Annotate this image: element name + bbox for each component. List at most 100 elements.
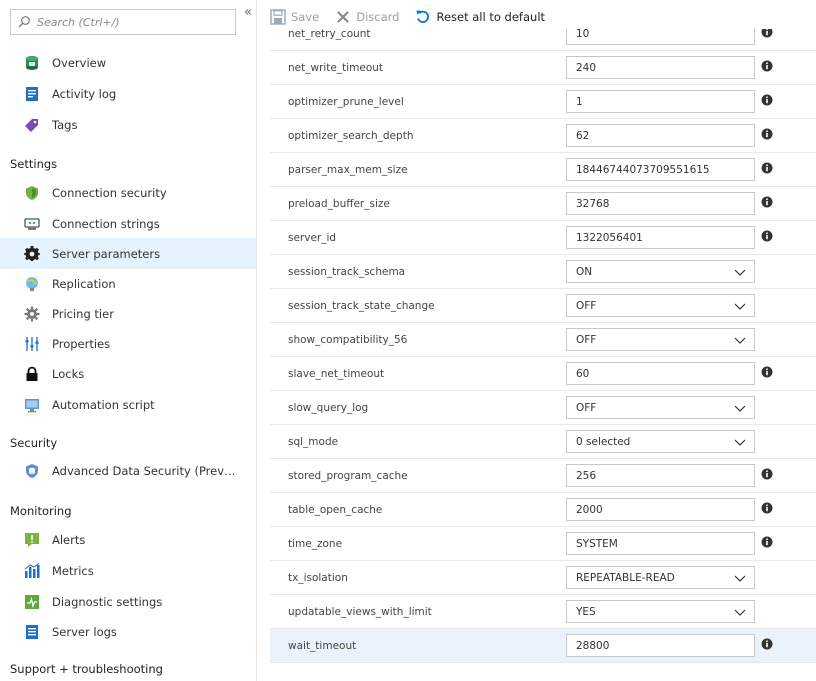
param-value-dropdown[interactable]: REPEATABLE-READ [566,566,755,589]
sidebar-item-diagnostic-settings[interactable]: Diagnostic settings [0,586,256,617]
param-value-input[interactable] [566,90,755,113]
sidebar-item-activity-log[interactable]: Activity log [0,78,256,109]
reset-all-button[interactable]: Reset all to default [415,9,545,25]
param-name: show_compatibility_56 [288,334,408,346]
param-value-input[interactable] [566,192,755,215]
sidebar-item-locks[interactable]: Locks [0,358,256,389]
param-value-input[interactable] [566,362,755,385]
param-value-dropdown[interactable]: YES [566,600,755,623]
search-box[interactable] [10,9,236,35]
sidebar-item-replication[interactable]: Replication [0,268,256,299]
replication-icon [26,276,38,291]
sidebar-item-label: Server parameters [52,246,161,261]
param-value-dropdown[interactable]: OFF [566,396,755,419]
param-name: session_track_state_change [288,300,435,312]
param-value-input[interactable] [566,634,755,657]
param-row-preload-buffer-size: preload_buffer_size [270,187,816,221]
param-value-input[interactable] [566,56,755,79]
param-row-wait-timeout: wait_timeout [270,629,816,663]
info-icon[interactable] [761,60,773,72]
param-name: slow_query_log [288,402,369,414]
param-name: net_write_timeout [288,62,384,74]
info-icon[interactable] [761,366,773,378]
param-value-input[interactable] [566,158,755,181]
param-name: parser_max_mem_size [288,164,408,176]
sidebar-item-label: Advanced Data Security (Previe... [52,463,237,478]
save-label: Save [291,9,320,24]
param-name: sql_mode [288,436,339,448]
diagnostic-settings-icon [25,594,39,609]
sidebar-item-label: Automation script [52,397,155,412]
sidebar-item-connection-security[interactable]: Connection security [0,177,256,208]
sidebar-item-alerts[interactable]: Alerts [0,524,256,555]
info-icon[interactable] [761,29,773,38]
param-row-table-open-cache: table_open_cache [270,493,816,527]
param-value-input[interactable] [566,29,755,45]
sidebar-item-label: Pricing tier [52,306,114,321]
sidebar-item-overview[interactable]: Overview [0,47,256,78]
dropdown-selected-value: OFF [576,300,597,312]
param-name: optimizer_prune_level [288,96,404,108]
save-icon [270,8,286,25]
dropdown-selected-value: 0 selected [576,436,631,448]
sidebar-item-label: Diagnostic settings [52,594,163,609]
param-name: stored_program_cache [288,470,408,482]
param-value-input[interactable] [566,464,755,487]
info-icon[interactable] [761,230,773,242]
gear-icon [24,245,40,261]
sidebar-item-label: Locks [52,366,85,381]
close-icon [337,10,350,23]
param-name: preload_buffer_size [288,198,390,210]
param-value-input[interactable] [566,532,755,555]
param-row-server-id: server_id [270,221,816,255]
param-row-time-zone: time_zone [270,527,816,561]
sidebar-item-tags[interactable]: Tags [0,109,256,140]
activity-log-icon [26,86,38,101]
lock-icon [26,366,38,381]
connection-strings-icon [24,217,40,230]
discard-button[interactable]: Discard [335,9,399,25]
sidebar-item-server-parameters[interactable]: Server parameters [0,238,256,269]
info-icon[interactable] [761,94,773,106]
save-button[interactable]: Save [270,8,320,25]
info-icon[interactable] [761,196,773,208]
chevron-down-icon [734,269,746,276]
param-value-dropdown[interactable]: OFF [566,328,755,351]
dropdown-selected-value: OFF [576,402,597,414]
sidebar: « Overview Activity log Tags Settings [0,0,257,681]
dropdown-selected-value: OFF [576,334,597,346]
param-row-optimizer-prune-level: optimizer_prune_level [270,85,816,119]
param-value-dropdown[interactable]: OFF [566,294,755,317]
sidebar-item-connection-strings[interactable]: Connection strings [0,208,256,239]
sidebar-item-pricing-tier[interactable]: Pricing tier [0,298,256,329]
param-row-net-write-timeout: net_write_timeout [270,51,816,85]
search-icon [18,16,30,28]
server-parameters-list: net_retry_count net_write_timeout optimi… [270,29,816,681]
info-icon[interactable] [761,162,773,174]
info-icon[interactable] [761,536,773,548]
param-name: server_id [288,232,337,244]
sidebar-item-label: Activity log [52,86,117,101]
param-value-input[interactable] [566,498,755,521]
info-icon[interactable] [761,502,773,514]
param-row-session-track-schema: session_track_schema ON [270,255,816,289]
collapse-sidebar-button[interactable]: « [242,6,254,20]
info-icon[interactable] [761,128,773,140]
param-value-dropdown[interactable]: ON [566,260,755,283]
data-security-icon [26,463,38,478]
param-value-input[interactable] [566,226,755,249]
sidebar-item-server-logs[interactable]: Server logs [0,616,256,647]
sidebar-item-properties[interactable]: Properties [0,328,256,359]
search-input[interactable] [37,12,229,32]
pricing-tier-icon [24,306,40,321]
param-value-input[interactable] [566,124,755,147]
param-value-dropdown[interactable]: 0 selected [566,430,755,453]
param-row-net-retry-count: net_retry_count [270,29,816,51]
sidebar-item-metrics[interactable]: Metrics [0,555,256,586]
sidebar-item-advanced-data-security[interactable]: Advanced Data Security (Previe... [0,455,256,486]
info-icon[interactable] [761,468,773,480]
param-name: net_retry_count [288,29,371,40]
info-icon[interactable] [761,638,773,650]
dropdown-selected-value: ON [576,266,593,278]
sidebar-item-automation-script[interactable]: Automation script [0,389,256,420]
